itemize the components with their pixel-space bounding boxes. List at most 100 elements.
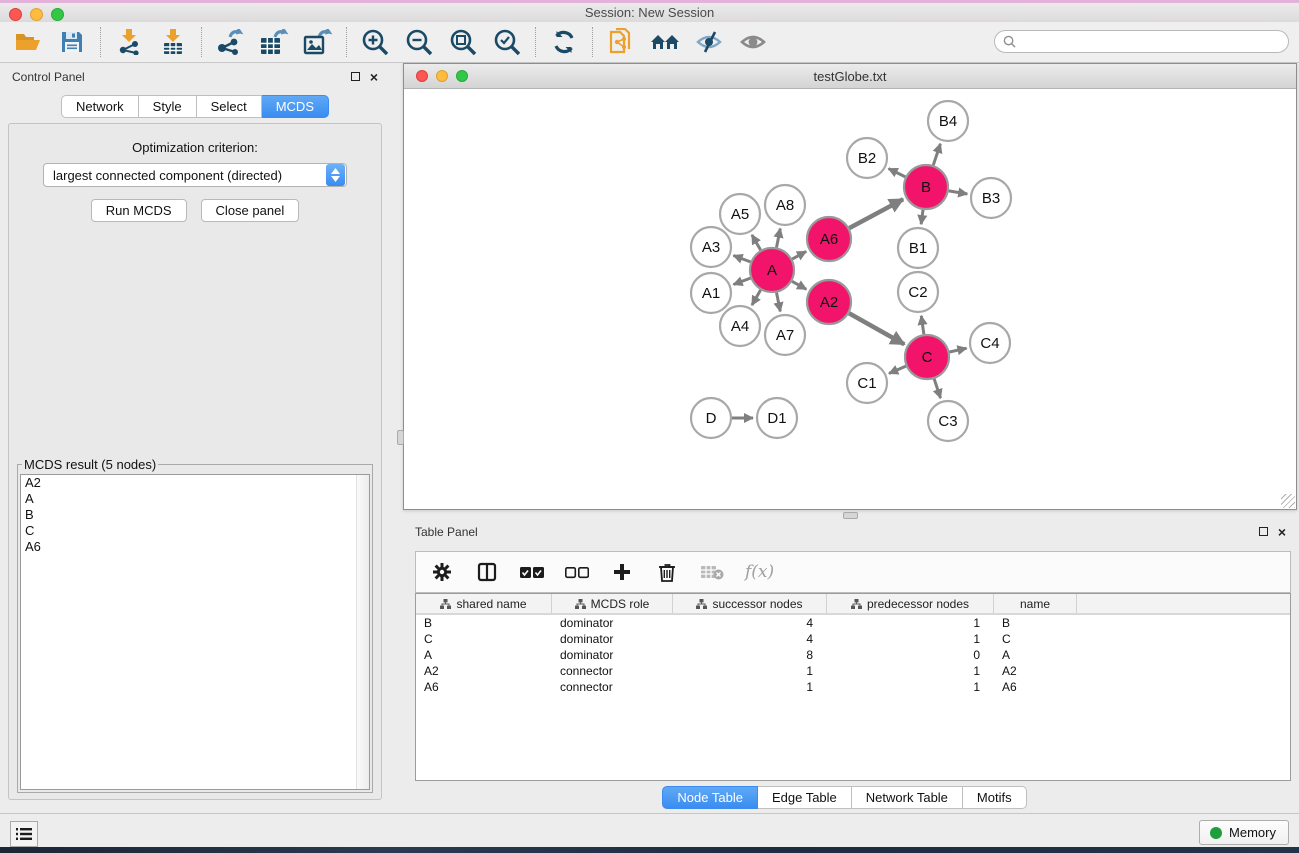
minimize-window-button[interactable]: [30, 8, 43, 21]
refresh-button[interactable]: [549, 27, 579, 57]
zoom-in-button[interactable]: [360, 27, 390, 57]
export-table-button[interactable]: [259, 27, 289, 57]
graph-edge-A-A8[interactable]: [777, 229, 781, 248]
home-neighbors-button[interactable]: [650, 27, 680, 57]
mcds-result-item[interactable]: A: [21, 491, 369, 507]
table-cell[interactable]: 1: [673, 663, 827, 679]
table-cell[interactable]: dominator: [552, 647, 673, 663]
graph-edge-C-C3[interactable]: [934, 379, 940, 398]
float-table-panel-icon[interactable]: [1259, 526, 1268, 538]
table-cell[interactable]: 1: [827, 663, 994, 679]
float-panel-icon[interactable]: [351, 71, 360, 83]
list-scrollbar[interactable]: [356, 475, 369, 789]
table-cell[interactable]: connector: [552, 679, 673, 695]
zoom-fit-button[interactable]: [448, 27, 478, 57]
graph-edge-A-A6[interactable]: [792, 251, 806, 259]
resize-grip-icon[interactable]: [1281, 494, 1295, 508]
table-cell[interactable]: C: [994, 631, 1077, 647]
graph-edge-A-A7[interactable]: [777, 293, 781, 312]
search-box[interactable]: [994, 30, 1289, 53]
tab-style[interactable]: Style: [139, 95, 197, 118]
close-panel-button[interactable]: Close panel: [201, 199, 300, 222]
table-cell[interactable]: A2: [416, 663, 552, 679]
show-all-button[interactable]: [738, 27, 768, 57]
table-cell[interactable]: A: [994, 647, 1077, 663]
table-row[interactable]: Bdominator41B: [416, 615, 1290, 631]
column-header-name[interactable]: name: [994, 594, 1077, 613]
network-window-titlebar[interactable]: testGlobe.txt: [404, 64, 1296, 89]
graph-edge-A6-B[interactable]: [849, 199, 903, 228]
table-cell[interactable]: A6: [416, 679, 552, 695]
graph-edge-C-C1[interactable]: [889, 366, 906, 373]
table-row[interactable]: Cdominator41C: [416, 631, 1290, 647]
tab-node-table[interactable]: Node Table: [662, 786, 758, 809]
zoom-selected-button[interactable]: [492, 27, 522, 57]
column-header-shared-name[interactable]: shared name: [416, 594, 552, 613]
open-file-button[interactable]: [13, 27, 43, 57]
tab-network-table[interactable]: Network Table: [852, 786, 963, 809]
memory-button[interactable]: Memory: [1199, 820, 1289, 845]
function-builder-icon[interactable]: f(x): [745, 562, 774, 582]
tab-edge-table[interactable]: Edge Table: [758, 786, 852, 809]
mcds-result-list[interactable]: A2ABCA6: [20, 474, 370, 790]
run-mcds-button[interactable]: Run MCDS: [91, 199, 187, 222]
zoom-window-button[interactable]: [51, 8, 64, 21]
graph-edge-A-A4[interactable]: [752, 290, 761, 305]
delete-table-button[interactable]: [700, 560, 724, 584]
close-table-panel-icon[interactable]: ×: [1278, 525, 1286, 539]
graph-edge-B-B4[interactable]: [933, 144, 940, 165]
export-image-button[interactable]: [303, 27, 333, 57]
table-cell[interactable]: dominator: [552, 615, 673, 631]
table-cell[interactable]: 1: [827, 631, 994, 647]
graph-edge-B-B1[interactable]: [921, 210, 923, 224]
hide-selected-button[interactable]: [694, 27, 724, 57]
table-cell[interactable]: 8: [673, 647, 827, 663]
table-cell[interactable]: A6: [994, 679, 1077, 695]
close-panel-icon[interactable]: ×: [370, 70, 378, 84]
task-history-button[interactable]: [10, 821, 38, 847]
close-window-button[interactable]: [9, 8, 22, 21]
column-header-predecessor-nodes[interactable]: predecessor nodes: [827, 594, 994, 613]
zoom-out-button[interactable]: [404, 27, 434, 57]
table-cell[interactable]: 1: [673, 679, 827, 695]
table-cell[interactable]: connector: [552, 663, 673, 679]
delete-column-button[interactable]: [655, 560, 679, 584]
network-canvas[interactable]: AA1A2A3A4A5A6A7A8BB1B2B3B4CC1C2C3C4DD1: [404, 89, 1296, 509]
table-cell[interactable]: 0: [827, 647, 994, 663]
graph-edge-B-B3[interactable]: [949, 191, 968, 194]
mcds-result-item[interactable]: C: [21, 523, 369, 539]
new-network-from-file-button[interactable]: [606, 27, 636, 57]
graph-edge-A2-C[interactable]: [849, 313, 904, 344]
save-session-button[interactable]: [57, 27, 87, 57]
tab-select[interactable]: Select: [197, 95, 262, 118]
tab-network[interactable]: Network: [61, 95, 139, 118]
mcds-result-item[interactable]: A2: [21, 475, 369, 491]
mcds-result-item[interactable]: B: [21, 507, 369, 523]
graph-edge-A-A5[interactable]: [752, 235, 761, 250]
table-cell[interactable]: A2: [994, 663, 1077, 679]
add-column-button[interactable]: [610, 560, 634, 584]
search-input[interactable]: [1021, 35, 1280, 49]
import-table-button[interactable]: [158, 27, 188, 57]
tab-mcds[interactable]: MCDS: [262, 95, 329, 118]
table-cell[interactable]: C: [416, 631, 552, 647]
graph-edge-A-A2[interactable]: [792, 281, 806, 289]
table-cell[interactable]: 1: [827, 615, 994, 631]
network-minimize-button[interactable]: [436, 70, 448, 82]
graph-edge-C-C4[interactable]: [949, 348, 966, 352]
deselect-all-button[interactable]: [565, 560, 589, 584]
column-header-MCDS-role[interactable]: MCDS role: [552, 594, 673, 613]
vertical-splitter-handle[interactable]: [397, 430, 404, 445]
column-header-successor-nodes[interactable]: successor nodes: [673, 594, 827, 613]
network-close-button[interactable]: [416, 70, 428, 82]
table-cell[interactable]: A: [416, 647, 552, 663]
table-cell[interactable]: 1: [827, 679, 994, 695]
mcds-result-item[interactable]: A6: [21, 539, 369, 555]
network-zoom-button[interactable]: [456, 70, 468, 82]
graph-edge-B-B2[interactable]: [889, 169, 906, 177]
show-columns-button[interactable]: [475, 560, 499, 584]
table-cell[interactable]: B: [416, 615, 552, 631]
table-cell[interactable]: 4: [673, 615, 827, 631]
table-row[interactable]: A6connector11A6: [416, 679, 1290, 695]
criterion-dropdown[interactable]: largest connected component (directed): [43, 163, 347, 187]
